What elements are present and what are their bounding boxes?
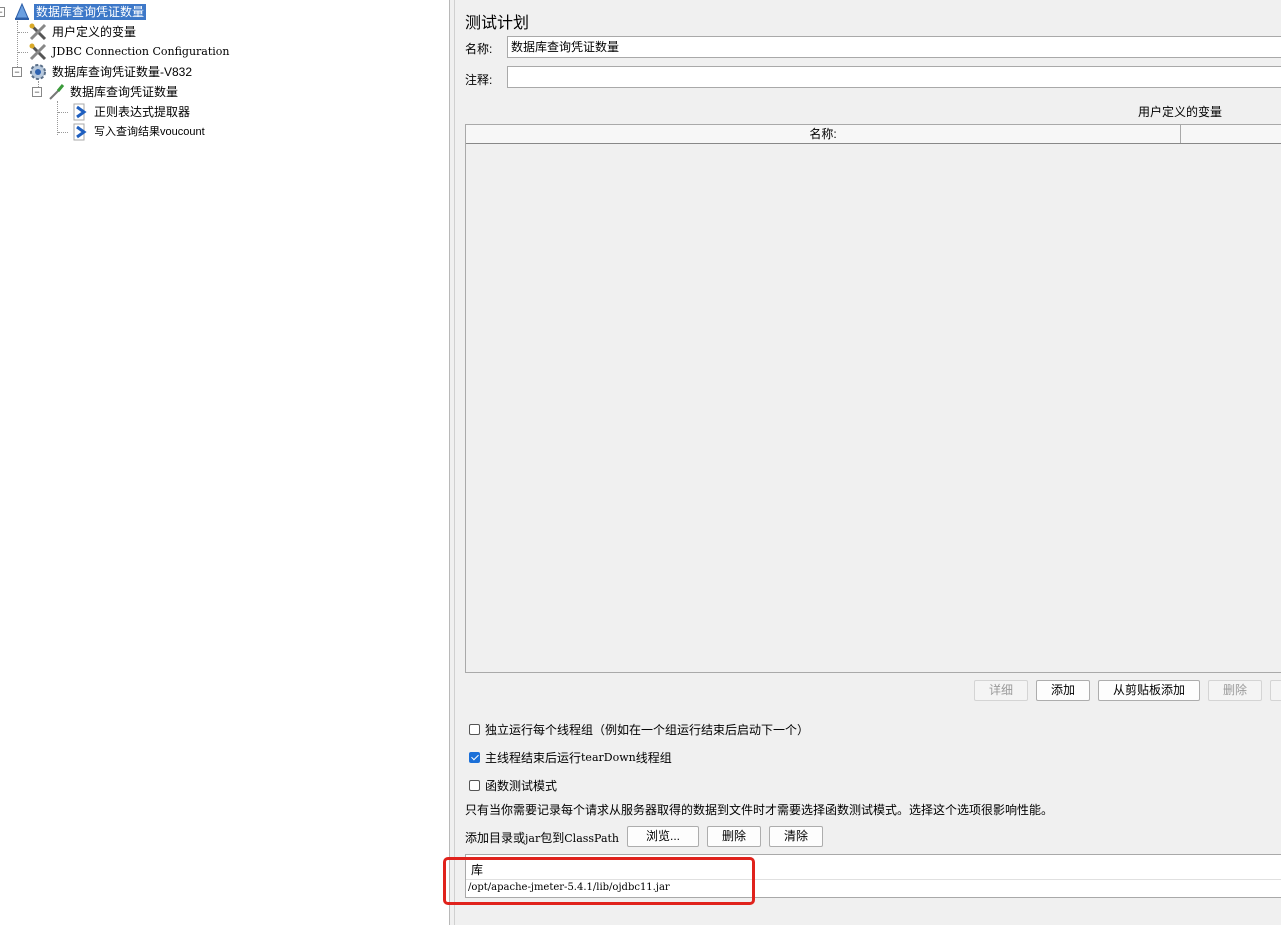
option-label: 独立运行每个线程组（例如在一个组运行结束后启动下一个） (485, 723, 810, 737)
panel-title: 测试计划 (465, 15, 530, 32)
test-plan-icon (12, 2, 32, 22)
delete-classpath-button[interactable]: 删除 (707, 826, 761, 847)
tree-node-write-result[interactable]: 写入查询结果voucount (70, 122, 207, 142)
tree-line (58, 112, 68, 113)
pipette-icon (46, 82, 66, 102)
gear-icon (28, 62, 48, 82)
tree-node-label: 数据库查询凭证数量-V832 (52, 65, 193, 79)
arrow-icon (70, 102, 90, 122)
tree-node-label: 用户定义的变量 (52, 25, 137, 39)
tree-node-sampler[interactable]: − 数据库查询凭证数量 (30, 82, 180, 102)
classpath-label-part: 包到 (540, 831, 565, 845)
name-field[interactable]: 数据库查询凭证数量 (507, 36, 1281, 58)
tree-line (18, 32, 28, 33)
collapse-toggle[interactable]: − (32, 87, 42, 97)
column-header-name[interactable]: 名称: (466, 125, 1181, 143)
teardown-checkbox[interactable] (469, 752, 480, 763)
comment-label: 注释: (465, 73, 493, 87)
option-label-suffix: 线程组 (635, 751, 672, 765)
tree-node-thread-group[interactable]: − 数据库查询凭证数量-V832 (10, 62, 194, 82)
user-vars-title: 用户定义的变量 (1138, 105, 1223, 119)
tree-line (18, 52, 28, 53)
classpath-label-part: ClassPath (564, 832, 620, 845)
tree-node-label: 正则表达式提取器 (94, 105, 191, 119)
teardown-option[interactable]: 主线程结束后运行 tearDown 线程组 (469, 749, 672, 766)
more-button[interactable] (1270, 680, 1281, 701)
annotation-highlight-box (443, 857, 755, 905)
tree-node-label: 写入查询结果voucount (94, 126, 205, 138)
option-label: 函数测试模式 (485, 779, 558, 793)
classpath-label-part: jar (525, 832, 541, 845)
serialize-checkbox[interactable] (469, 724, 480, 735)
name-label: 名称: (465, 42, 493, 56)
clear-classpath-button[interactable]: 清除 (769, 826, 823, 847)
tree-node-regex-extractor[interactable]: 正则表达式提取器 (70, 102, 192, 122)
tree-node-user-vars[interactable]: 用户定义的变量 (28, 22, 138, 42)
tree-node-label: 数据库查询凭证数量 (34, 4, 147, 20)
tree-node-label: 数据库查询凭证数量 (70, 85, 179, 99)
classpath-label-part: 添加目录或 (465, 831, 526, 845)
test-plan-tree[interactable]: − 数据库查询凭证数量 用户定义的变量 JDBC Connection Conf… (0, 0, 449, 925)
comment-field[interactable] (507, 66, 1281, 88)
tree-line (57, 101, 58, 135)
detail-button[interactable]: 详细 (974, 680, 1028, 701)
tree-node-jdbc-config[interactable]: JDBC Connection Configuration (28, 42, 232, 62)
collapse-toggle[interactable]: − (12, 67, 22, 77)
functional-mode-note: 只有当你需要记录每个请求从服务器取得的数据到文件时才需要选择函数测试模式。选择这… (465, 803, 1054, 817)
browse-button[interactable]: 浏览... (627, 826, 699, 847)
functional-mode-option[interactable]: 函数测试模式 (469, 777, 557, 794)
classpath-label: 添加目录或jar包到ClassPath (465, 829, 619, 846)
add-from-clipboard-button[interactable]: 从剪贴板添加 (1098, 680, 1200, 701)
wrench-icon (28, 22, 48, 42)
wrench-icon (28, 42, 48, 62)
user-vars-table[interactable]: 名称: (465, 124, 1281, 673)
tree-node-label: JDBC Connection Configuration (52, 45, 230, 58)
option-label-mono: tearDown (581, 751, 636, 764)
add-button[interactable]: 添加 (1036, 680, 1090, 701)
tree-line (58, 132, 68, 133)
tree-node-root[interactable]: − 数据库查询凭证数量 (0, 2, 147, 22)
collapse-toggle[interactable]: − (0, 7, 5, 17)
delete-row-button[interactable]: 删除 (1208, 680, 1262, 701)
arrow-icon (70, 122, 90, 142)
option-label: 主线程结束后运行 (485, 751, 582, 765)
table-header: 名称: (466, 125, 1281, 144)
functional-mode-checkbox[interactable] (469, 780, 480, 791)
serialize-thread-groups-option[interactable]: 独立运行每个线程组（例如在一个组运行结束后启动下一个） (469, 721, 809, 738)
test-plan-panel: 测试计划 名称: 数据库查询凭证数量 注释: 用户定义的变量 名称: 详细 添加… (455, 0, 1281, 925)
